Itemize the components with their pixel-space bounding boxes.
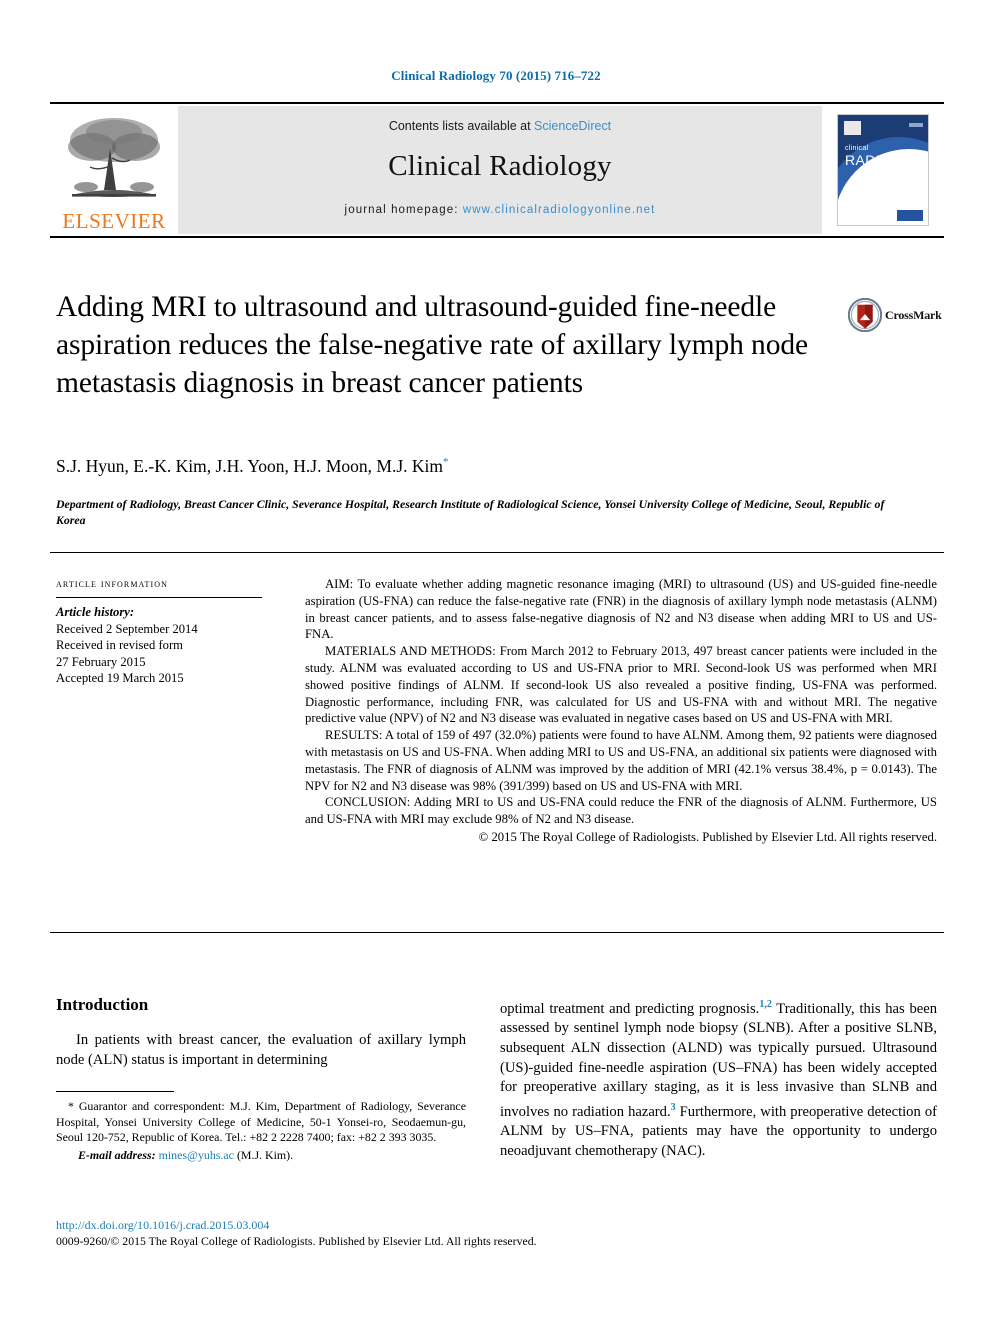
email-address-link[interactable]: mines@yuhs.ac bbox=[159, 1148, 234, 1162]
intro-paragraph-right: optimal treatment and predicting prognos… bbox=[500, 995, 937, 1161]
affiliation: Department of Radiology, Breast Cancer C… bbox=[56, 497, 885, 527]
footnote-rule bbox=[56, 1091, 174, 1092]
footnote-email-line: E-mail address: mines@yuhs.ac (M.J. Kim)… bbox=[56, 1148, 466, 1164]
title-block: Adding MRI to ultrasound and ultrasound-… bbox=[56, 288, 846, 402]
intro-right-part2: Traditionally, this has been assessed by… bbox=[500, 1000, 937, 1120]
elsevier-tree-icon bbox=[68, 118, 160, 197]
journal-title: Clinical Radiology bbox=[388, 150, 612, 182]
abstract-copyright: © 2015 The Royal College of Radiologists… bbox=[478, 829, 937, 844]
body-column-left: Introduction In patients with breast can… bbox=[56, 995, 466, 1070]
cover-society-badge bbox=[897, 210, 923, 221]
author-list: S.J. Hyun, E.-K. Kim, J.H. Yoon, H.J. Mo… bbox=[56, 456, 449, 477]
journal-masthead: ELSEVIER Contents lists available at Sci… bbox=[50, 106, 944, 234]
intro-right-part1: optimal treatment and predicting prognos… bbox=[500, 1000, 760, 1017]
contents-prefix: Contents lists available at bbox=[388, 119, 535, 133]
issn-copyright-line: 0009-9260/© 2015 The Royal College of Ra… bbox=[56, 1234, 537, 1248]
cover-title-line1: clinical bbox=[845, 145, 869, 152]
homepage-prefix: journal homepage: bbox=[344, 204, 463, 216]
article-accepted-date: Accepted 19 March 2015 bbox=[56, 671, 184, 686]
abstract-top-rule bbox=[50, 552, 944, 553]
abstract-materials-methods: MATERIALS AND METHODS: From March 2012 t… bbox=[305, 644, 937, 726]
masthead-top-rule bbox=[50, 102, 944, 104]
elsevier-logo: ELSEVIER bbox=[50, 106, 178, 234]
elsevier-wordmark: ELSEVIER bbox=[62, 209, 166, 233]
journal-banner: Contents lists available at ScienceDirec… bbox=[178, 106, 822, 234]
cover-title-group: clinical RADIOLOGY bbox=[845, 145, 929, 168]
article-history: Article history: Received 2 September 20… bbox=[56, 604, 286, 687]
contents-available-line: Contents lists available at ScienceDirec… bbox=[389, 119, 611, 133]
page-title: Adding MRI to ultrasound and ultrasound-… bbox=[56, 291, 809, 399]
article-information-block: ARTICLE INFORMATION Article history: Rec… bbox=[56, 578, 286, 687]
footnote-block: * Guarantor and correspondent: M.J. Kim,… bbox=[56, 1099, 466, 1163]
email-address-label: E-mail address: bbox=[78, 1147, 156, 1162]
cover-image: clinical RADIOLOGY bbox=[837, 114, 929, 226]
body-column-right: optimal treatment and predicting prognos… bbox=[500, 995, 937, 1161]
journal-homepage-line: journal homepage: www.clinicalradiologyo… bbox=[345, 204, 656, 216]
cover-title-line2: RADIOLOGY bbox=[845, 152, 929, 168]
corresponding-author-marker[interactable]: * bbox=[443, 456, 449, 468]
footnote-correspondence: * Guarantor and correspondent: M.J. Kim,… bbox=[56, 1099, 466, 1145]
abstract-conclusion: CONCLUSION: Adding MRI to US and US-FNA … bbox=[305, 795, 937, 827]
author-names: S.J. Hyun, E.-K. Kim, J.H. Yoon, H.J. Mo… bbox=[56, 456, 443, 476]
article-received-date: Received 2 September 2014 bbox=[56, 621, 198, 636]
intro-paragraph-left: In patients with breast cancer, the eval… bbox=[56, 1032, 466, 1068]
article-information-heading: ARTICLE INFORMATION bbox=[56, 578, 169, 590]
masthead-bottom-rule bbox=[50, 236, 944, 238]
abstract-aim: AIM: To evaluate whether adding magnetic… bbox=[305, 577, 937, 642]
article-first-page: Clinical Radiology 70 (2015) 716–722 ELS… bbox=[0, 0, 992, 1323]
journal-cover-thumbnail[interactable]: clinical RADIOLOGY bbox=[822, 106, 944, 234]
abstract-bottom-rule bbox=[50, 932, 944, 933]
crossmark-label: CrossMark bbox=[885, 307, 942, 322]
citation-ref-1-2[interactable]: 1,2 bbox=[759, 999, 772, 1010]
article-history-label: Article history: bbox=[56, 605, 135, 619]
homepage-link[interactable]: www.clinicalradiologyonline.net bbox=[463, 204, 656, 216]
crossmark-badge[interactable]: CrossMark bbox=[848, 292, 948, 338]
section-heading-introduction: Introduction bbox=[56, 995, 149, 1014]
abstract: AIM: To evaluate whether adding magnetic… bbox=[305, 576, 937, 846]
cover-issn-mark bbox=[909, 123, 923, 127]
crossmark-icon bbox=[848, 298, 882, 332]
abstract-results: RESULTS: A total of 159 of 497 (32.0%) p… bbox=[305, 728, 937, 793]
sciencedirect-link[interactable]: ScienceDirect bbox=[534, 119, 611, 133]
doi-link[interactable]: http://dx.doi.org/10.1016/j.crad.2015.03… bbox=[56, 1218, 269, 1233]
running-head: Clinical Radiology 70 (2015) 716–722 bbox=[391, 68, 601, 83]
article-information-rule bbox=[56, 597, 262, 598]
email-address-owner: (M.J. Kim). bbox=[236, 1147, 294, 1162]
cover-elsevier-mark bbox=[844, 121, 861, 135]
article-revised-label: Received in revised form bbox=[56, 638, 183, 653]
article-revised-date: 27 February 2015 bbox=[56, 654, 146, 669]
